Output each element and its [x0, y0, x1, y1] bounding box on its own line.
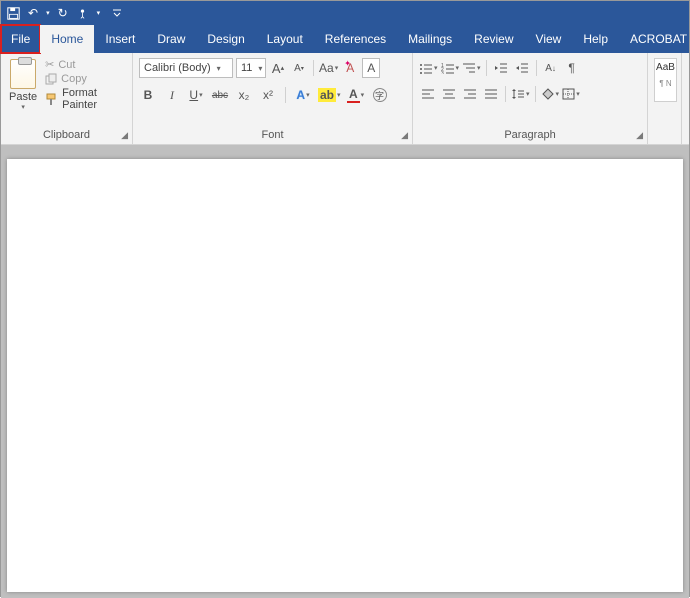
grow-font-button[interactable]: A▴ — [269, 58, 287, 78]
change-case-button[interactable]: Aa▾ — [319, 58, 338, 78]
undo-dropdown-icon[interactable]: ▾ — [46, 9, 50, 17]
paste-label: Paste — [9, 91, 37, 103]
svg-text:3: 3 — [441, 71, 444, 74]
tab-home[interactable]: Home — [40, 25, 94, 53]
tab-design[interactable]: Design — [196, 25, 255, 53]
undo-icon[interactable]: ↶ — [28, 6, 38, 20]
format-painter-label: Format Painter — [62, 87, 124, 111]
tab-acrobat[interactable]: ACROBAT — [619, 25, 690, 53]
quick-access-toolbar: ↶ ▾ ↻ ▾ — [1, 1, 689, 25]
font-name-combo[interactable]: Calibri (Body) ▾ — [139, 58, 233, 78]
paragraph-group-label: Paragraph — [417, 127, 643, 144]
tab-mailings[interactable]: Mailings — [397, 25, 463, 53]
underline-button[interactable]: U▾ — [187, 85, 205, 105]
superscript-button[interactable]: x² — [259, 85, 277, 105]
paste-icon — [10, 59, 36, 89]
copy-label: Copy — [61, 73, 87, 85]
document-page[interactable] — [7, 159, 683, 592]
align-right-button[interactable] — [461, 84, 479, 104]
separator — [505, 86, 506, 102]
text-effects-button[interactable]: A▾ — [294, 85, 312, 105]
tab-review[interactable]: Review — [463, 25, 524, 53]
show-marks-button[interactable]: ¶ — [563, 58, 581, 78]
paste-button[interactable]: Paste ▾ — [5, 55, 41, 127]
group-clipboard: Paste ▾ ✂ Cut Copy Format Painter Clipbo… — [1, 53, 133, 144]
format-painter-button[interactable]: Format Painter — [45, 87, 124, 111]
tab-insert[interactable]: Insert — [94, 25, 146, 53]
group-paragraph: ▾ 123▾ ▾ A↓ ¶ ▾ ▾ ▾ Para — [413, 53, 648, 144]
cut-button[interactable]: ✂ Cut — [45, 58, 124, 71]
font-color-button[interactable]: A▾ — [347, 85, 365, 105]
style-normal[interactable]: AaB ¶ N — [654, 58, 677, 102]
font-size-combo[interactable]: 11 ▾ — [236, 58, 266, 78]
font-name-value: Calibri (Body) — [144, 62, 211, 74]
tab-file[interactable]: File — [0, 24, 41, 54]
tab-draw[interactable]: Draw — [146, 25, 196, 53]
highlight-button[interactable]: ab▾ — [318, 85, 341, 105]
clear-formatting-button[interactable]: A✦ — [341, 58, 359, 78]
tab-references[interactable]: References — [314, 25, 397, 53]
increase-indent-button[interactable] — [513, 58, 531, 78]
touch-dropdown-icon[interactable]: ▾ — [97, 9, 101, 17]
styles-group-label — [652, 139, 677, 144]
tab-help[interactable]: Help — [572, 25, 619, 53]
line-spacing-button[interactable]: ▾ — [511, 84, 530, 104]
qat-customize-icon[interactable] — [112, 8, 122, 18]
align-left-button[interactable] — [419, 84, 437, 104]
bold-button[interactable]: B — [139, 85, 157, 105]
style-preview: AaB — [656, 62, 675, 73]
document-background — [1, 145, 689, 598]
shading-button[interactable]: ▾ — [541, 84, 560, 104]
group-font: Calibri (Body) ▾ 11 ▾ A▴ A▾ Aa▾ A✦ A B I U… — [133, 53, 413, 144]
font-group-label: Font — [137, 127, 408, 144]
separator — [313, 60, 314, 76]
multilevel-list-button[interactable]: ▾ — [462, 58, 481, 78]
borders-button[interactable]: ▾ — [562, 84, 580, 104]
save-icon[interactable] — [7, 7, 20, 20]
sort-button[interactable]: A↓ — [542, 58, 560, 78]
separator — [535, 86, 536, 102]
scissors-icon: ✂ — [45, 58, 54, 71]
paste-dropdown-icon[interactable]: ▾ — [21, 103, 25, 111]
chevron-down-icon: ▾ — [217, 64, 221, 73]
separator — [285, 87, 286, 103]
font-size-value: 11 — [241, 62, 252, 74]
ribbon: Paste ▾ ✂ Cut Copy Format Painter Clipbo… — [1, 53, 689, 145]
paragraph-launcher-icon[interactable]: ◢ — [636, 130, 643, 141]
tab-layout[interactable]: Layout — [256, 25, 314, 53]
clipboard-group-label: Clipboard — [5, 127, 128, 144]
format-painter-icon — [45, 93, 58, 106]
separator — [486, 60, 487, 76]
group-styles: AaB ¶ N — [648, 53, 682, 144]
separator — [536, 60, 537, 76]
strikethrough-button[interactable]: abc — [211, 85, 229, 105]
touch-mode-icon[interactable] — [76, 7, 89, 20]
clipboard-launcher-icon[interactable]: ◢ — [121, 130, 128, 141]
italic-button[interactable]: I — [163, 85, 181, 105]
enclose-characters-button[interactable]: 字 — [371, 85, 389, 105]
style-name: ¶ N — [655, 79, 676, 88]
subscript-button[interactable]: x₂ — [235, 85, 253, 105]
decrease-indent-button[interactable] — [492, 58, 510, 78]
character-border-button[interactable]: A — [362, 58, 380, 78]
font-launcher-icon[interactable]: ◢ — [401, 130, 408, 141]
bullets-button[interactable]: ▾ — [419, 58, 438, 78]
cut-label: Cut — [58, 59, 75, 71]
shrink-font-button[interactable]: A▾ — [290, 58, 308, 78]
numbering-button[interactable]: 123▾ — [441, 58, 460, 78]
redo-icon[interactable]: ↻ — [58, 6, 68, 20]
chevron-down-icon: ▾ — [258, 64, 262, 73]
copy-button[interactable]: Copy — [45, 73, 124, 85]
justify-button[interactable] — [482, 84, 500, 104]
tab-view[interactable]: View — [525, 25, 573, 53]
ribbon-tabs: File Home Insert Draw Design Layout Refe… — [1, 25, 689, 53]
align-center-button[interactable] — [440, 84, 458, 104]
copy-icon — [45, 73, 57, 85]
